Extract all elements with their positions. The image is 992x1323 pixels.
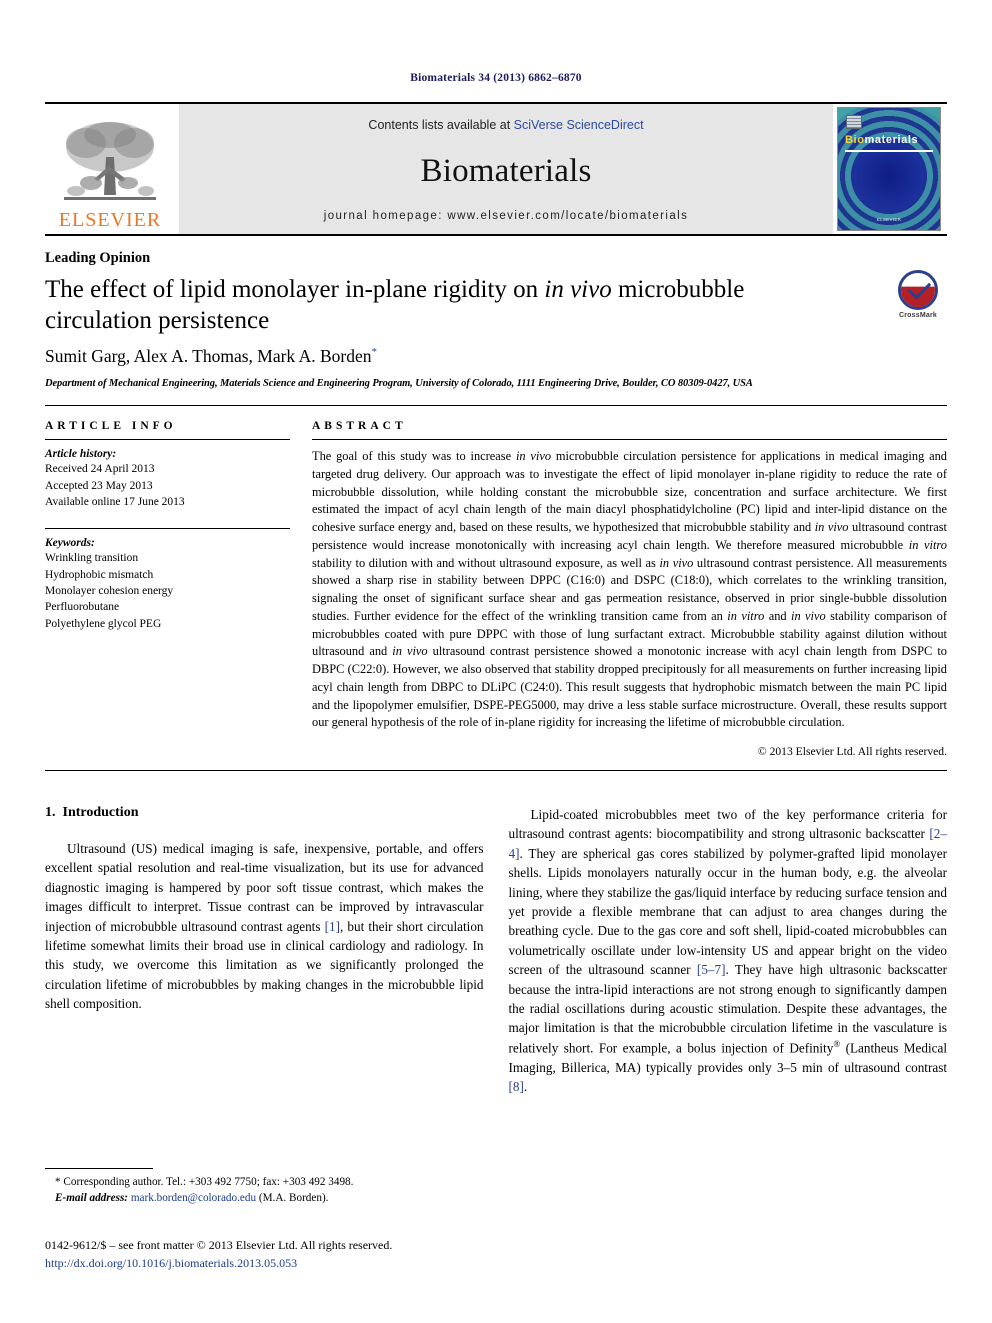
title-italic-in-vivo: in vivo (544, 276, 612, 303)
footnote-corresponding-line: * Corresponding author. Tel.: +303 492 7… (55, 1176, 354, 1188)
abstract-heading: ABSTRACT (312, 420, 407, 433)
keyword-item: Hydrophobic mismatch (45, 568, 154, 581)
email-link[interactable]: mark.borden@colorado.edu (131, 1192, 256, 1204)
corresponding-author-footnote: * Corresponding author. Tel.: +303 492 7… (45, 1168, 475, 1206)
journal-homepage-link[interactable]: journal homepage: www.elsevier.com/locat… (324, 210, 689, 222)
abstract-italic-1: in vivo (515, 449, 552, 464)
abstract-italic-6: in vivo (791, 608, 826, 623)
history-accepted: Accepted 23 May 2013 (45, 479, 153, 492)
section-title-text: Introduction (62, 804, 139, 820)
corresponding-author-marker: * (371, 346, 378, 359)
abstract-italic-2: in vivo (814, 520, 849, 535)
cover-title-materials: materials (864, 134, 919, 146)
page-title: The effect of lipid monolayer in-plane r… (45, 275, 805, 336)
keyword-item: Wrinkling transition (45, 552, 139, 565)
email-owner: (M.A. Borden). (256, 1192, 329, 1205)
cover-rule (845, 150, 933, 152)
body-column-right: Lipid-coated microbubbles meet two of th… (509, 805, 948, 1096)
section-number: 1. (45, 804, 56, 820)
abstract-italic-3: in vitro (908, 537, 947, 552)
article-info-heading: ARTICLE INFO (45, 420, 177, 433)
title-block-rule (45, 405, 947, 407)
abstract-seg-4: stability to dilution with and without u… (312, 555, 660, 570)
abstract-seg-1: The goal of this study was to increase (312, 449, 516, 464)
abstract-end-rule (45, 769, 947, 771)
info-abstract-section: ARTICLE INFO Article history: Received 2… (45, 420, 947, 758)
masthead-bottom-rule (45, 234, 947, 236)
history-online: Available online 17 June 2013 (45, 495, 185, 508)
author-names: Sumit Garg, Alex A. Thomas, Mark A. Bord… (45, 346, 372, 366)
crossmark-badge[interactable]: CrossMark (889, 270, 947, 319)
issn-front-matter-line: 0142-9612/$ – see front matter © 2013 El… (45, 1238, 393, 1252)
intro-paragraph-left: Ultrasound (US) medical imaging is safe,… (45, 839, 484, 1014)
contents-available-line: Contents lists available at SciVerse Sci… (368, 118, 643, 132)
journal-cover-thumbnail: Biomaterials ELSEVIER (837, 107, 941, 231)
running-head: Biomaterials 34 (2013) 6862–6870 (410, 72, 582, 84)
history-received: Received 24 April 2013 (45, 463, 155, 476)
footnote-rule (45, 1168, 153, 1169)
abstract-italic-5: in vitro (727, 608, 765, 623)
crossmark-label: CrossMark (899, 312, 937, 319)
body-columns: 1. Introduction Ultrasound (US) medical … (45, 805, 947, 1096)
article-info-column: ARTICLE INFO Article history: Received 2… (45, 420, 290, 758)
cover-title: Biomaterials (845, 134, 918, 146)
abstract-text: The goal of this study was to increase i… (312, 448, 947, 732)
journal-title: Biomaterials (420, 152, 592, 189)
citation-ref-5-7[interactable]: [5–7] (697, 962, 726, 977)
doi-link[interactable]: http://dx.doi.org/10.1016/j.biomaterials… (45, 1254, 565, 1272)
section-heading-introduction: 1. Introduction (45, 805, 484, 821)
keyword-item: Polyethylene glycol PEG (45, 617, 162, 630)
cover-footer-text: ELSEVIER (876, 217, 902, 222)
abstract-seg-6: and (764, 608, 791, 623)
abstract-rule (312, 439, 947, 441)
keywords-label: Keywords: (45, 537, 95, 550)
article-info-rule (45, 439, 290, 441)
citation-ref-8[interactable]: [8] (509, 1079, 524, 1094)
footnote-email-line: E-mail address: mark.borden@colorado.edu… (45, 1190, 475, 1206)
elsevier-logo: ELSEVIER (45, 104, 175, 234)
title-block: Leading Opinion The effect of lipid mono… (45, 250, 947, 391)
abstract-copyright: © 2013 Elsevier Ltd. All rights reserved… (757, 744, 947, 758)
journal-masthead: ELSEVIER Contents lists available at Sci… (45, 102, 947, 234)
body-column-left: 1. Introduction Ultrasound (US) medical … (45, 805, 484, 1096)
abstract-italic-4: in vivo (659, 555, 694, 570)
elsevier-tree-icon (58, 117, 162, 209)
keywords-rule (45, 528, 290, 530)
abstract-column: ABSTRACT The goal of this study was to i… (312, 420, 947, 758)
cover-badge-icon (846, 115, 862, 129)
abstract-italic-7: in vivo (392, 644, 428, 659)
citation-ref-1[interactable]: [1] (325, 919, 340, 934)
email-address-label: E-mail address: (55, 1192, 129, 1205)
intro-right-seg-5: . (523, 1079, 528, 1095)
affiliation: Department of Mechanical Engineering, Ma… (45, 378, 753, 389)
keyword-item: Perfluorobutane (45, 601, 120, 614)
intro-right-seg-2: . They are spherical gas cores stabilize… (508, 845, 948, 978)
article-history-label: Article history: (45, 448, 117, 461)
crossmark-icon (898, 270, 938, 310)
contents-prefix: Contents lists available at (368, 118, 514, 132)
cover-title-bio: Bio (845, 134, 865, 146)
keyword-item: Monolayer cohesion energy (45, 584, 174, 597)
article-type-label: Leading Opinion (45, 250, 151, 266)
title-part-1: The effect of lipid monolayer in-plane r… (45, 276, 545, 303)
paper-page: Biomaterials 34 (2013) 6862–6870 ELSEVIE… (0, 0, 992, 1323)
author-list: Sumit Garg, Alex A. Thomas, Mark A. Bord… (45, 346, 947, 367)
imprint-block: 0142-9612/$ – see front matter © 2013 El… (45, 1236, 565, 1272)
sciencedirect-link[interactable]: SciVerse ScienceDirect (514, 118, 644, 132)
elsevier-wordmark: ELSEVIER (58, 209, 162, 231)
intro-right-seg-1: Lipid-coated microbubbles meet two of th… (508, 806, 948, 842)
intro-paragraph-right: Lipid-coated microbubbles meet two of th… (509, 805, 948, 1096)
journal-band: Contents lists available at SciVerse Sci… (179, 104, 833, 234)
